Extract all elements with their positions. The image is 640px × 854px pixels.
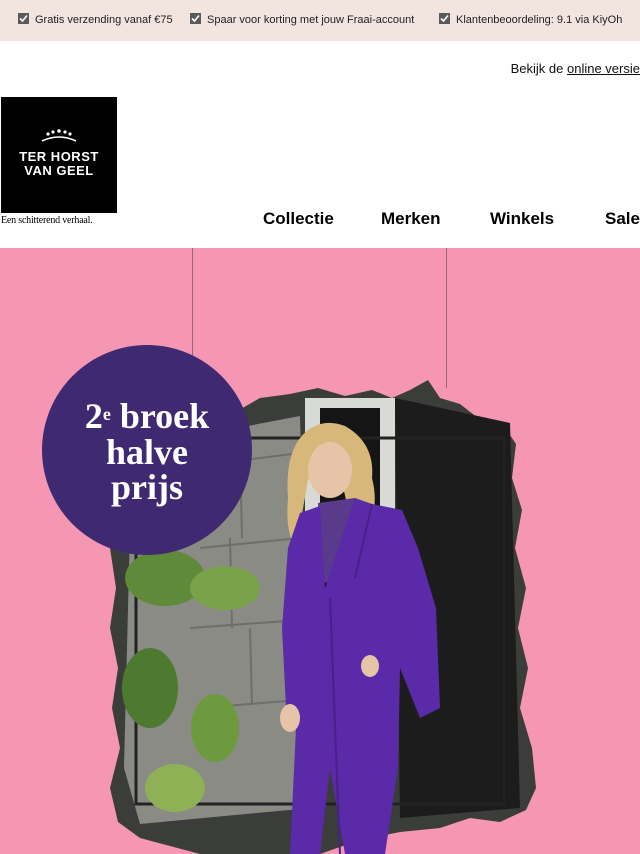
usp-label: Spaar voor korting met jouw Fraai-accoun… [207, 14, 415, 26]
checkmark-icon [18, 13, 29, 24]
online-version-line: Bekijk de online versie [511, 61, 640, 76]
online-version-link[interactable]: online versie [567, 61, 640, 76]
woman-face [308, 442, 352, 498]
badge-number: 2 [84, 396, 103, 436]
promo-badge[interactable]: 2e broek halve prijs [42, 345, 252, 555]
nav-item-collectie[interactable]: Collectie [263, 209, 334, 229]
badge-line-3: prijs [111, 467, 183, 507]
hero-banner[interactable]: 2e broek halve prijs [0, 248, 640, 854]
checkmark-icon [190, 13, 201, 24]
logo-line-2: VAN GEEL [24, 163, 94, 178]
usp-item-shipping: Gratis verzending vanaf €75 [18, 13, 173, 26]
badge-word: broek [119, 396, 210, 436]
usp-bar: Gratis verzending vanaf €75 Spaar voor k… [0, 0, 640, 41]
hero-photo [110, 380, 536, 854]
nav-item-winkels[interactable]: Winkels [490, 209, 554, 229]
online-version-prefix: Bekijk de [510, 61, 564, 76]
brand-logo[interactable]: TER HORST VAN GEEL [1, 97, 117, 213]
usp-label: Gratis verzending vanaf €75 [35, 14, 173, 26]
badge-line-1: 2e broek [42, 398, 252, 434]
checkmark-icon [439, 13, 450, 24]
brand-tagline: Een schitterend verhaal. [1, 215, 93, 226]
badge-line-2: halve [105, 432, 188, 472]
nav-item-merken[interactable]: Merken [381, 209, 441, 229]
badge-superscript: e [102, 404, 111, 424]
nav-item-sale[interactable]: Sale [605, 209, 640, 229]
usp-item-loyalty: Spaar voor korting met jouw Fraai-accoun… [190, 13, 414, 26]
usp-item-rating: Klantenbeoordeling: 9.1 via KiyOh [439, 13, 622, 26]
usp-label: Klantenbeoordeling: 9.1 via KiyOh [456, 14, 623, 26]
crown-icon [41, 129, 77, 142]
